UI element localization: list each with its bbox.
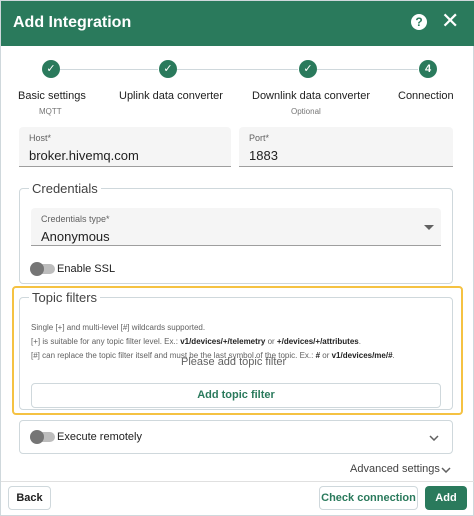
host-field[interactable]: Host* broker.hivemq.com bbox=[19, 127, 231, 167]
step-3-check-icon[interactable]: ✓ bbox=[299, 60, 317, 78]
port-value: 1883 bbox=[249, 148, 278, 163]
host-label: Host* bbox=[29, 133, 52, 143]
footer-divider bbox=[1, 481, 474, 482]
port-label: Port* bbox=[249, 133, 270, 143]
host-value: broker.hivemq.com bbox=[29, 148, 139, 163]
back-button[interactable]: Back bbox=[8, 486, 51, 510]
add-integration-dialog: Add Integration ? ✕ ✓ ✓ ✓ 4 Basic settin… bbox=[0, 0, 474, 516]
credentials-type-value: Anonymous bbox=[41, 229, 110, 244]
topic-hint-text-2e: . bbox=[358, 337, 361, 346]
add-topic-filter-button[interactable]: Add topic filter bbox=[31, 383, 441, 408]
topic-hint-line-1: Single [+] and multi-level [#] wildcards… bbox=[31, 323, 205, 332]
credentials-type-select[interactable]: Credentials type* Anonymous bbox=[31, 208, 441, 246]
step-2-label: Uplink data converter bbox=[119, 90, 223, 102]
topic-filters-legend: Topic filters bbox=[29, 290, 101, 305]
topic-hint-text-3c: or bbox=[320, 351, 332, 360]
dropdown-arrow-icon bbox=[424, 225, 434, 230]
step-2-check-icon[interactable]: ✓ bbox=[159, 60, 177, 78]
help-icon[interactable]: ? bbox=[411, 14, 427, 30]
toggle-knob bbox=[30, 262, 44, 276]
chevron-down-icon[interactable] bbox=[441, 467, 451, 473]
advanced-settings-label[interactable]: Advanced settings bbox=[350, 463, 440, 475]
step-1-label: Basic settings bbox=[18, 90, 86, 102]
credentials-type-label: Credentials type* bbox=[41, 214, 110, 224]
step-3-sublabel: Optional bbox=[291, 107, 321, 116]
execute-remotely-toggle[interactable] bbox=[30, 430, 55, 444]
toggle-knob bbox=[30, 430, 44, 444]
topic-hint-text-3e: . bbox=[392, 351, 395, 360]
topic-hint-text-2c: or bbox=[265, 337, 277, 346]
dialog-title: Add Integration bbox=[13, 14, 132, 31]
dialog-header: Add Integration ? ✕ bbox=[1, 1, 474, 46]
topic-filters-empty-text: Please add topic filter bbox=[181, 356, 287, 368]
step-3-label: Downlink data converter bbox=[252, 90, 371, 102]
topic-hint-example-1: v1/devices/+/telemetry bbox=[180, 337, 266, 346]
step-4-number[interactable]: 4 bbox=[419, 60, 437, 78]
topic-hint-text-2a: [+] is suitable for any topic filter lev… bbox=[31, 337, 181, 346]
step-1-check-icon[interactable]: ✓ bbox=[42, 60, 60, 78]
check-connection-button[interactable]: Check connection bbox=[319, 486, 418, 510]
credentials-legend: Credentials bbox=[29, 181, 101, 196]
step-connector bbox=[60, 69, 158, 70]
topic-hint-example-4: v1/devices/me/# bbox=[331, 351, 393, 360]
enable-ssl-toggle[interactable] bbox=[30, 262, 55, 276]
chevron-down-icon[interactable] bbox=[429, 435, 439, 441]
step-1-sublabel: MQTT bbox=[39, 107, 62, 116]
step-4-label: Connection bbox=[398, 90, 454, 102]
topic-hint-text-1: Single [+] and multi-level [#] wildcards… bbox=[31, 323, 206, 332]
topic-hint-example-2: +/devices/+/attributes bbox=[276, 337, 359, 346]
add-button[interactable]: Add bbox=[425, 486, 467, 510]
execute-remotely-label: Execute remotely bbox=[57, 431, 142, 443]
port-field[interactable]: Port* 1883 bbox=[239, 127, 453, 167]
topic-hint-line-2: [+] is suitable for any topic filter lev… bbox=[31, 337, 361, 346]
step-connector bbox=[317, 69, 418, 70]
close-icon[interactable]: ✕ bbox=[441, 10, 459, 32]
enable-ssl-label: Enable SSL bbox=[57, 263, 116, 275]
step-connector bbox=[177, 69, 298, 70]
